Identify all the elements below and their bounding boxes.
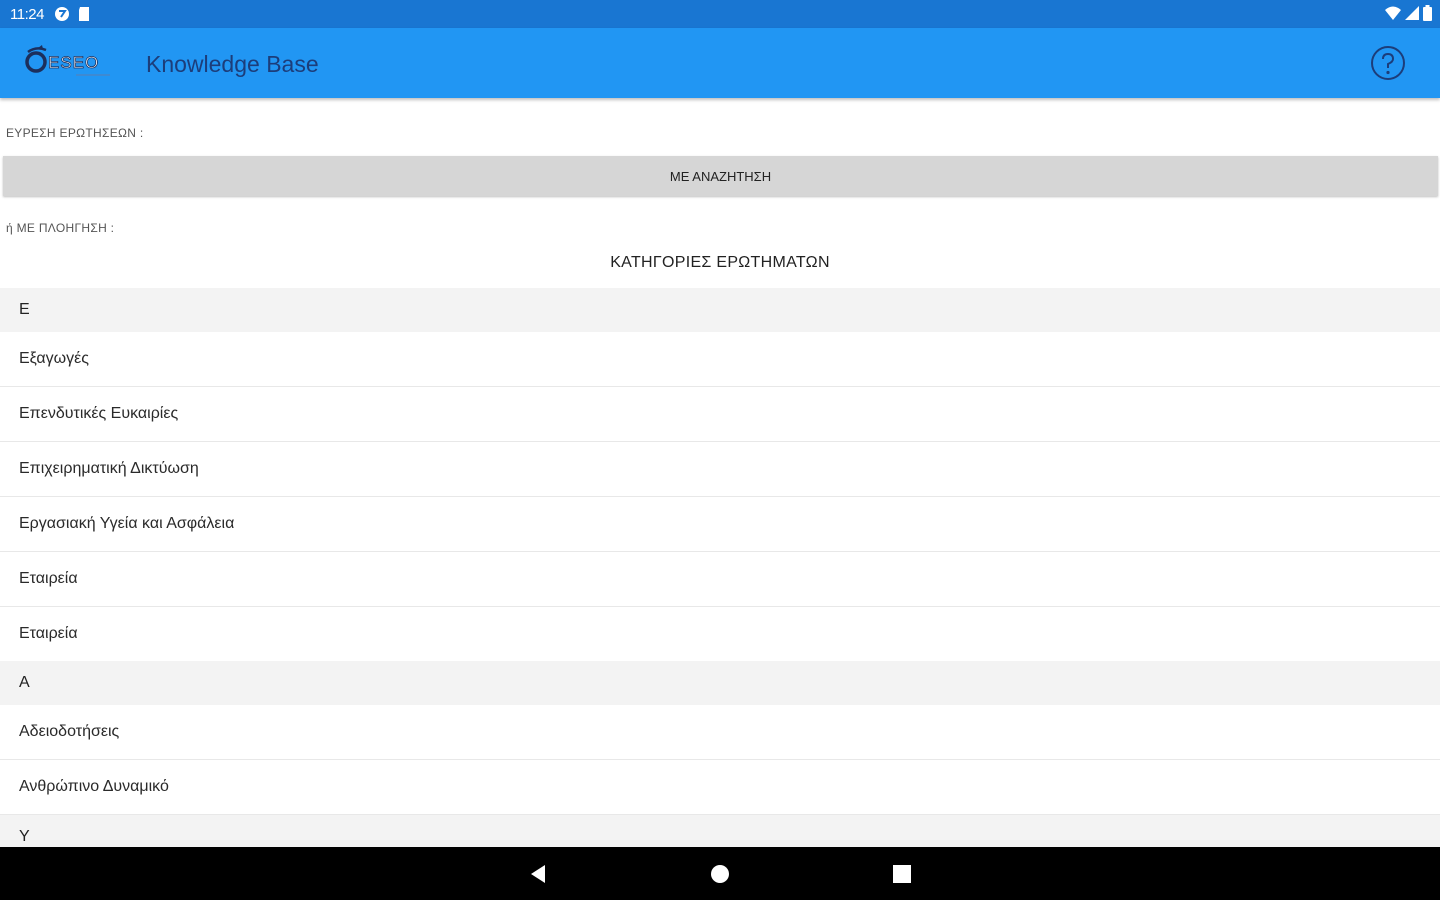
list-item[interactable]: Εταιρεία	[0, 552, 1440, 607]
battery-icon	[1423, 5, 1432, 26]
find-questions-label: ΕΥΡΕΣΗ ΕΡΩΤΗΣΕΩΝ :	[6, 126, 144, 140]
group-header: Ε	[0, 288, 1440, 332]
categories-title: ΚΑΤΗΓΟΡΙΕΣ ΕΡΩΤΗΜΑΤΩΝ	[610, 254, 830, 271]
back-icon[interactable]	[525, 861, 551, 887]
svg-text:ESEO: ESEO	[48, 53, 99, 72]
page-title: Knowledge Base	[146, 51, 319, 77]
group-header: Α	[0, 661, 1440, 705]
list-item[interactable]: Επιχειρηματική Δικτύωση	[0, 442, 1440, 497]
list-item[interactable]: Επενδυτικές Ευκαιρίες	[0, 387, 1440, 442]
signal-icon	[1405, 6, 1419, 25]
recents-icon[interactable]	[889, 861, 915, 887]
navigation-bar	[0, 847, 1440, 900]
app-logo: ESEO	[24, 44, 114, 82]
categories-list: Ε Εξαγωγές Επενδυτικές Ευκαιρίες Επιχειρ…	[0, 288, 1440, 847]
status-time: 11:24	[10, 5, 44, 23]
app-notification-icon	[54, 6, 70, 22]
app-bar: ESEO Knowledge Base	[0, 28, 1440, 98]
help-circle-icon[interactable]	[1370, 45, 1406, 81]
main-content: ΕΥΡΕΣΗ ΕΡΩΤΗΣΕΩΝ : ΜΕ ΑΝΑΖΗΤΗΣΗ ή ΜΕ ΠΛΟ…	[0, 98, 1440, 847]
list-item[interactable]: Ανθρώπινο Δυναμικό	[0, 760, 1440, 815]
list-item[interactable]: Εξαγωγές	[0, 332, 1440, 387]
list-item[interactable]: Αδειοδοτήσεις	[0, 705, 1440, 760]
wifi-icon	[1385, 6, 1401, 25]
status-bar: 11:24	[0, 0, 1440, 28]
list-item[interactable]: Εργασιακή Υγεία και Ασφάλεια	[0, 497, 1440, 552]
list-item[interactable]: Εταιρεία	[0, 607, 1440, 662]
home-icon[interactable]	[707, 861, 733, 887]
sd-card-icon	[76, 6, 92, 22]
group-header: Υ	[0, 815, 1440, 847]
search-button[interactable]: ΜΕ ΑΝΑΖΗΤΗΣΗ	[3, 156, 1438, 196]
browse-label: ή ΜΕ ΠΛΟΗΓΗΣΗ :	[6, 221, 115, 235]
